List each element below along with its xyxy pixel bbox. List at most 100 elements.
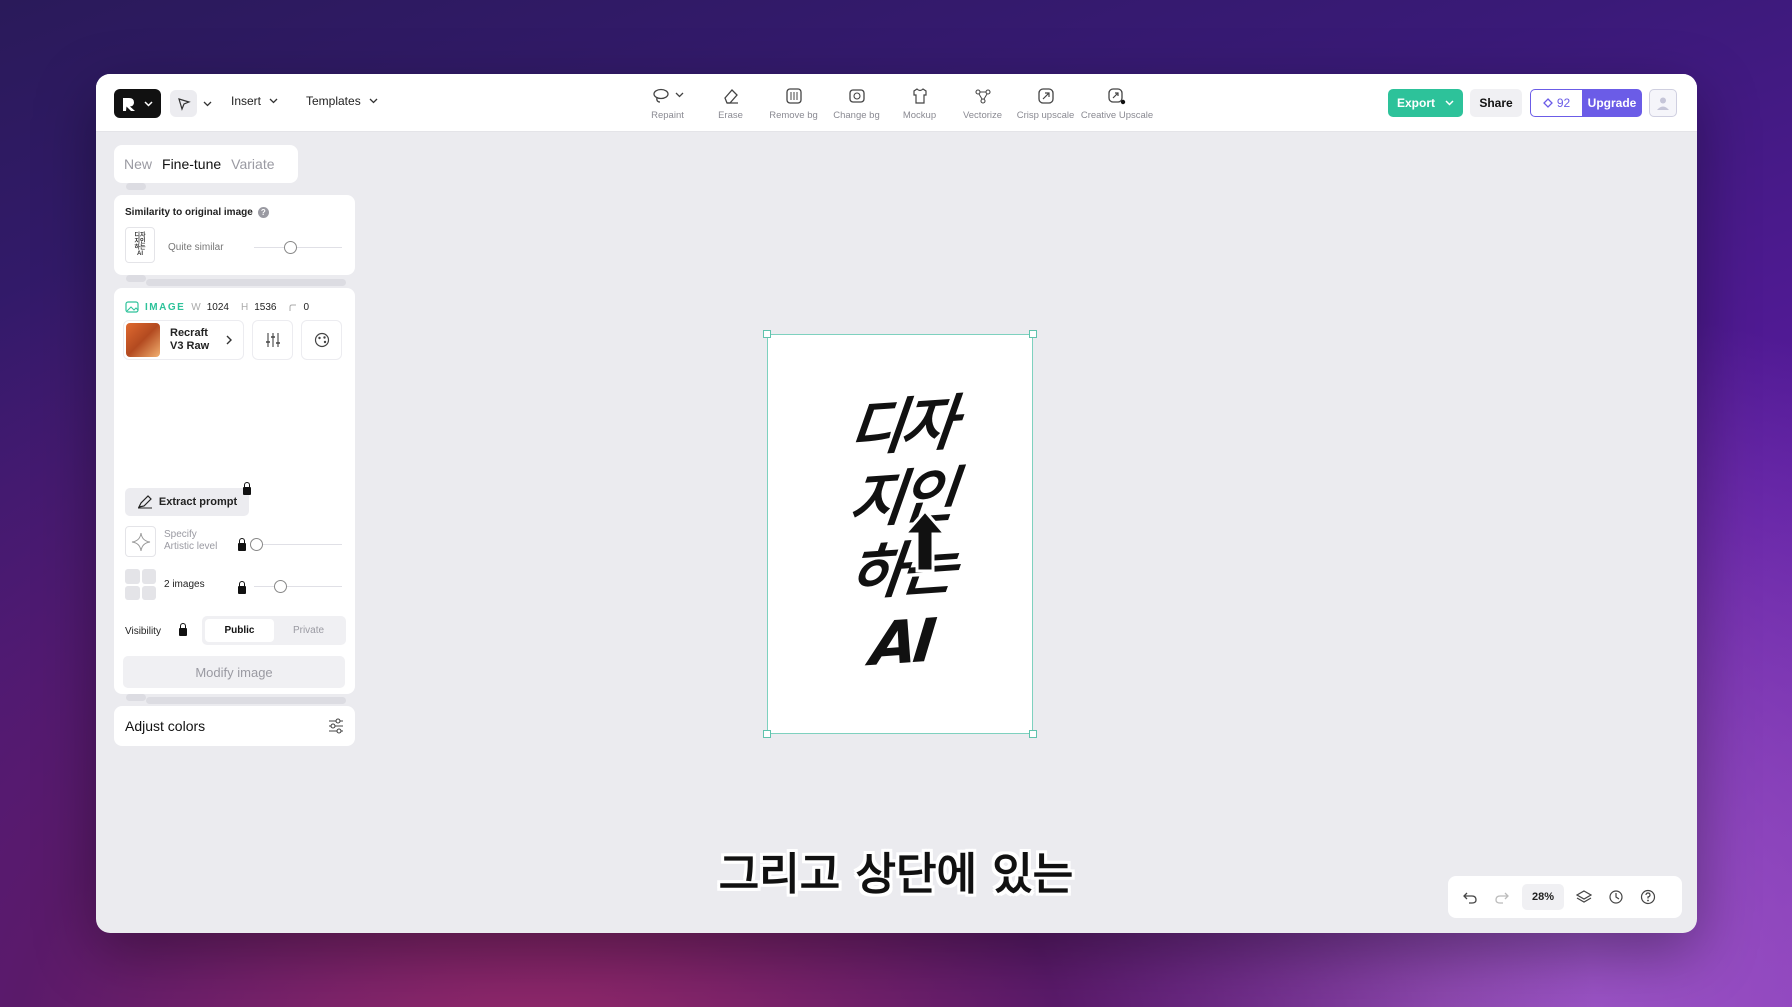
upload-arrow-cursor-icon (902, 508, 948, 573)
tool-mockup[interactable]: Mockup (888, 86, 951, 121)
panel-connector (126, 694, 146, 701)
visibility-private[interactable]: Private (274, 619, 343, 642)
tool-vectorize[interactable]: Vectorize (951, 86, 1014, 121)
thumbnail-text: 디자 지인 하는 AI (134, 233, 146, 257)
tool-repaint-label: Repaint (651, 110, 684, 121)
adjust-icon (329, 718, 343, 734)
image-count-icon (125, 569, 156, 600)
tool-erase[interactable]: Erase (699, 86, 762, 121)
image-tag: IMAGE (145, 301, 186, 313)
tool-change-bg[interactable]: Change bg (825, 86, 888, 121)
artistic-slider-knob[interactable] (250, 538, 263, 551)
images-slider-knob[interactable] (274, 580, 287, 593)
avatar[interactable] (1649, 89, 1677, 117)
model-name-line1: Recraft (170, 327, 208, 339)
similarity-card: Similarity to original image ? 디자 지인 하는 … (114, 195, 355, 275)
templates-menu-label: Templates (306, 94, 361, 108)
mode-tabs: New Fine-tune Variate (114, 145, 298, 183)
artistic-level-label: Specify Artistic level (164, 529, 217, 553)
credits-count: 92 (1556, 96, 1571, 110)
extract-prompt-label: Extract prompt (158, 496, 238, 508)
video-subtitle: 그리고 상단에 있는 (718, 849, 1074, 900)
lock-icon (179, 623, 187, 636)
modify-image-button[interactable]: Modify image (123, 656, 345, 688)
chevron-down-icon (203, 101, 212, 106)
width-key: W (191, 301, 201, 313)
adjust-colors-card[interactable]: Adjust colors (114, 706, 355, 746)
resize-handle-br[interactable] (1029, 730, 1037, 738)
visibility-public[interactable]: Public (205, 619, 274, 642)
upgrade-button[interactable]: Upgrade (1582, 89, 1642, 117)
calligraphy-line-1: 디자 (845, 388, 957, 466)
panel-connector (146, 279, 346, 286)
similarity-title: Similarity to original image ? (125, 207, 269, 218)
artistic-slider-track[interactable] (254, 544, 342, 545)
height-key: H (240, 301, 249, 313)
tool-remove-bg[interactable]: Remove bg (762, 86, 825, 121)
chevron-down-icon (369, 98, 378, 104)
tab-fine-tune[interactable]: Fine-tune (162, 156, 221, 172)
chevron-right-icon (226, 335, 232, 345)
remove-bg-icon (785, 88, 802, 104)
width-value[interactable]: 1024 (207, 302, 229, 313)
similarity-slider-track[interactable] (254, 247, 342, 248)
extract-prompt-button[interactable]: Extract prompt (125, 488, 249, 516)
diamond-icon (1542, 98, 1553, 108)
tshirt-icon (912, 88, 927, 104)
similarity-title-text: Similarity to original image (125, 207, 253, 218)
visibility-label: Visibility (125, 626, 161, 637)
chevron-down-icon (269, 98, 278, 104)
edit-tools: Repaint Erase Remove bg Change bg Mockup… (636, 86, 1157, 121)
original-thumbnail: 디자 지인 하는 AI (125, 227, 155, 263)
user-icon (1657, 97, 1669, 110)
artistic-level-line2: Artistic level (164, 541, 218, 552)
templates-menu[interactable]: Templates (306, 94, 378, 108)
images-slider-track[interactable] (254, 586, 342, 587)
recraft-logo-icon (123, 97, 135, 111)
cursor-icon (177, 97, 191, 111)
palette-icon (314, 332, 329, 348)
tool-creative-upscale[interactable]: Creative Upscale (1077, 86, 1157, 121)
share-button[interactable]: Share (1470, 89, 1522, 117)
similarity-slider-knob[interactable] (284, 241, 297, 254)
resize-handle-tl[interactable] (763, 330, 771, 338)
tool-change-bg-label: Change bg (833, 110, 880, 121)
sliders-icon (265, 333, 280, 347)
lock-icon (243, 482, 251, 495)
select-tool-button[interactable] (170, 90, 212, 117)
tab-new[interactable]: New (124, 156, 152, 172)
top-toolbar: Insert Templates Repaint Erase Remove bg… (96, 74, 1697, 132)
calligraphy-line-4: AI (866, 605, 936, 681)
lock-icon (238, 538, 246, 551)
tab-variate[interactable]: Variate (231, 156, 274, 172)
tool-repaint[interactable]: Repaint (636, 86, 699, 121)
chevron-down-icon (1445, 100, 1454, 106)
chevron-down-icon (144, 100, 153, 107)
tool-mockup-label: Mockup (902, 110, 937, 121)
images-count-label: 2 images (164, 579, 205, 590)
logo-menu-button[interactable] (114, 89, 161, 118)
style-palette-button[interactable] (301, 320, 342, 360)
help-icon[interactable]: ? (257, 207, 269, 218)
adjust-colors-label: Adjust colors (125, 718, 206, 734)
model-selector[interactable]: Recraft V3 Raw (123, 320, 244, 360)
insert-menu[interactable]: Insert (231, 94, 278, 108)
settings-sliders-button[interactable] (252, 320, 293, 360)
tool-crisp-upscale-label: Crisp upscale (1016, 110, 1075, 121)
export-button[interactable]: Export (1388, 89, 1463, 117)
rotation-value[interactable]: 0 (303, 302, 309, 313)
tool-crisp-upscale[interactable]: Crisp upscale (1014, 86, 1077, 121)
image-settings-card: IMAGE W 1024 H 1536 0 Recraft V3 Raw Ext… (114, 288, 355, 694)
canvas-artboard[interactable]: 디자 지인 하는 AI (767, 334, 1033, 734)
height-value[interactable]: 1536 (254, 302, 276, 313)
export-label: Export (1396, 96, 1435, 110)
image-info-row: IMAGE W 1024 H 1536 0 (125, 301, 309, 313)
tool-vectorize-label: Vectorize (962, 110, 1003, 121)
rotation-icon (289, 304, 297, 311)
resize-handle-bl[interactable] (763, 730, 771, 738)
tool-creative-upscale-label: Creative Upscale (1080, 110, 1154, 121)
tool-erase-label: Erase (718, 110, 743, 121)
credits-badge[interactable]: 92 (1530, 89, 1582, 117)
similarity-value-label: Quite similar (168, 242, 224, 253)
resize-handle-tr[interactable] (1029, 330, 1037, 338)
